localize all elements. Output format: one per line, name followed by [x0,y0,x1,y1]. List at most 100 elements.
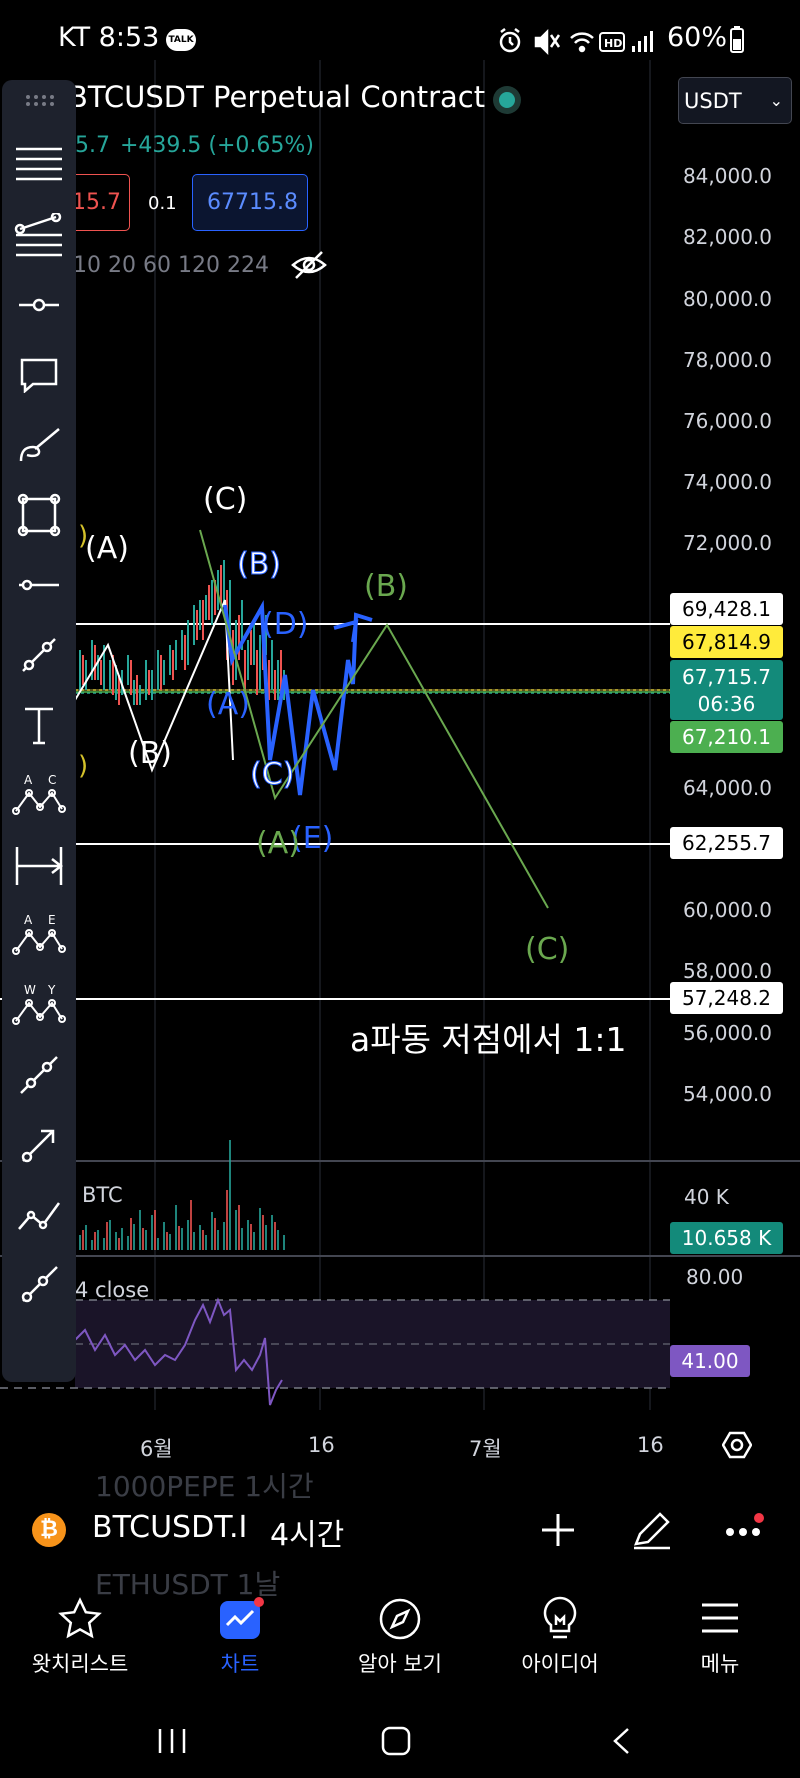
signal-icon [632,31,653,52]
ghost-symbol-above: 1000PEPE 1시간 [95,1470,314,1503]
nav-label: 차트 [220,1652,260,1676]
arrow-line-icon[interactable] [2,1115,76,1175]
rsi-label[interactable]: 4 close [75,1278,149,1302]
price-axis-label: 74,000.0 [682,470,772,494]
brush-icon[interactable] [2,415,76,475]
nav-label: 아이디어 [521,1652,599,1676]
trend-line-icon[interactable] [2,625,76,685]
drawing-pen-icon[interactable] [630,1510,674,1550]
measure-range-icon[interactable] [2,835,76,895]
last-price-value: 67,715.7 [681,665,772,689]
comment-icon[interactable] [2,345,76,405]
svg-text:C: C [48,773,56,787]
text-icon[interactable] [2,695,76,755]
wave-label[interactable]: (C) [249,757,294,793]
wave-label[interactable]: (B) [237,547,282,583]
wave-label[interactable]: (C) [203,482,247,517]
add-icon[interactable] [540,1512,576,1548]
nav-watchlist[interactable]: 왓치리스트 [0,1585,160,1700]
price-tag-level: 57,248.2 [670,982,783,1014]
wave-label[interactable]: (A) [85,531,129,566]
spread-value: 0.1 [148,193,177,214]
symbol-bar[interactable]: 1000PEPE 1시간 ETHUSDT 1날 ₿ BTCUSDT.I 4시간 [0,1470,800,1601]
price-axis-label: 60,000.0 [682,898,772,922]
bottom-nav[interactable]: 왓치리스트 차트 알아 보기 아이디어 메뉴 [0,1585,800,1700]
ma-indicator-legend[interactable]: 10 20 60 120 224 [73,253,269,278]
wave-label[interactable]: (C) [525,932,569,967]
drag-handle-icon[interactable] [2,80,76,120]
price-axis-label: 76,000.0 [682,409,772,433]
back-icon[interactable] [610,1726,632,1756]
wave-label[interactable]: ) [78,751,88,781]
horizontal-lines-icon[interactable] [2,135,76,195]
wifi-icon [570,32,594,53]
market-open-indicator [493,86,521,114]
hide-eye-icon[interactable] [290,249,328,281]
wave-label[interactable]: (B) [364,569,408,604]
svg-text:A: A [24,913,33,927]
volume-scale: 40 K [684,1185,729,1209]
currency-value: USDT [684,88,742,113]
date-label: 7월 [469,1437,502,1461]
price-tag-mark: 67,814.9 [670,626,783,658]
price-tag-level: 62,255.7 [670,827,783,859]
annotation-text[interactable]: a파동 저점에서 1:1 [350,1013,626,1061]
more-options-icon[interactable] [724,1512,764,1548]
horizontal-line-icon[interactable] [2,555,76,615]
bar-countdown: 06:36 [697,692,756,716]
svg-text:Y: Y [47,983,56,997]
price-axis-label: 58,000.0 [682,959,772,983]
abcd-pattern-icon[interactable]: AC [2,765,76,825]
recent-apps-icon[interactable] [157,1727,189,1755]
path-icon[interactable] [2,1185,76,1245]
mute-icon [534,28,561,56]
price-axis-label: 84,000.0 [682,164,772,188]
rsi-upper-level: 80.00 [686,1265,744,1289]
volume-label[interactable]: BTC [82,1183,123,1207]
home-icon[interactable] [380,1725,412,1757]
wave-label[interactable]: (A) [206,687,250,722]
system-nav-bar[interactable] [0,1700,800,1778]
sell-price: 15.7 [72,190,121,215]
drawing-toolbar[interactable]: AC AE WY [2,80,76,1382]
price-axis-label: 80,000.0 [682,287,772,311]
rectangle-icon[interactable] [2,485,76,545]
price-axis-label: 56,000.0 [682,1021,772,1045]
date-label: 16 [637,1433,664,1457]
price-axis-label: 82,000.0 [682,225,772,249]
price-change: +439.5 (+0.65%) [120,133,314,158]
horizontal-ray-icon[interactable] [2,275,76,335]
wave-label[interactable]: (B) [128,736,172,771]
chart-settings-icon[interactable] [722,1430,752,1460]
wave-label[interactable]: (A) [256,826,300,861]
nav-menu[interactable]: 메뉴 [640,1585,800,1700]
currency-select[interactable]: USDT ⌄ [678,77,792,124]
timeframe[interactable]: 4시간 [270,1510,344,1554]
ray-icon[interactable] [2,1255,76,1315]
extended-line-icon[interactable] [2,1045,76,1105]
compass-icon [379,1598,421,1640]
elliott-wave-icon[interactable]: AE [2,905,76,965]
chevron-down-icon: ⌄ [769,91,783,110]
symbol-name[interactable]: BTCUSDT.I [92,1510,247,1545]
date-label: 6월 [140,1437,173,1461]
price-axis-label: 64,000.0 [682,776,772,800]
battery-percent: 60% [667,22,728,53]
svg-text:A: A [24,773,33,787]
wave-label[interactable]: ) [78,521,88,551]
price-axis-label: 54,000.0 [682,1082,772,1106]
nav-explore[interactable]: 알아 보기 [320,1585,480,1700]
wave-label[interactable]: (D) [262,607,309,642]
carrier-time: KT 8:53 [58,22,160,53]
chart-title[interactable]: BTCUSDT Perpetual Contract [68,80,485,114]
volume-value-tag: 10.658 K [670,1222,783,1254]
buy-button[interactable]: 67715.8 [192,174,308,231]
nav-ideas[interactable]: 아이디어 [480,1585,640,1700]
rsi-value-tag: 41.00 [670,1345,750,1377]
buy-price: 67715.8 [207,190,298,215]
nav-label: 왓치리스트 [31,1652,129,1676]
trend-angle-icon[interactable] [2,205,76,265]
svg-text:E: E [48,913,56,927]
wxy-wave-icon[interactable]: WY [2,975,76,1035]
nav-chart[interactable]: 차트 [160,1585,320,1700]
